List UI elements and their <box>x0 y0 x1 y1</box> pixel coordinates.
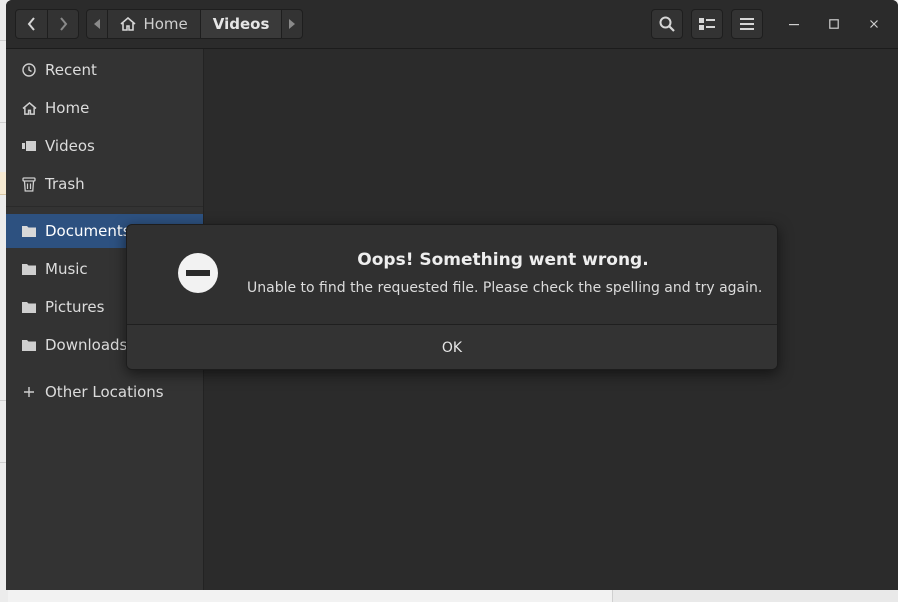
sidebar-item-label: Home <box>45 99 90 117</box>
header-bar: Home Videos <box>6 0 898 49</box>
chevron-right-icon <box>60 17 68 31</box>
search-icon <box>659 16 675 32</box>
sidebar-item-trash[interactable]: Trash <box>6 167 203 201</box>
home-icon <box>21 100 37 116</box>
maximize-icon <box>829 19 839 29</box>
triangle-left-icon <box>94 19 101 29</box>
clock-icon <box>21 62 37 78</box>
sidebar-item-label: Documents <box>45 222 131 240</box>
history-nav <box>15 9 79 39</box>
triangle-right-icon <box>289 19 296 29</box>
close-icon <box>870 20 878 28</box>
sidebar-item-label: Other Locations <box>45 383 164 401</box>
breadcrumb-scroll-left[interactable] <box>87 10 109 38</box>
sidebar-item-label: Music <box>45 260 88 278</box>
trash-icon <box>21 176 37 192</box>
dialog-title: Oops! Something went wrong. <box>357 250 649 270</box>
minimize-icon <box>789 24 799 26</box>
breadcrumb-current-label: Videos <box>212 15 270 33</box>
sidebar-item-label: Trash <box>45 175 85 193</box>
hamburger-menu-icon <box>740 18 754 30</box>
breadcrumb-scroll-right[interactable] <box>282 10 302 38</box>
dialog-action-area: OK <box>127 324 777 369</box>
video-icon <box>21 138 37 154</box>
breadcrumb-current[interactable]: Videos <box>200 10 283 38</box>
error-dialog: Oops! Something went wrong. Unable to fi… <box>126 224 778 370</box>
view-toggle-button[interactable] <box>691 9 723 39</box>
breadcrumb-home[interactable]: Home <box>108 10 201 38</box>
folder-icon <box>21 261 37 277</box>
breadcrumb-home-label: Home <box>143 15 188 33</box>
forward-button[interactable] <box>48 10 78 38</box>
sidebar-item-label: Downloads <box>45 336 128 354</box>
folder-icon <box>21 337 37 353</box>
breadcrumb: Home Videos <box>86 9 303 39</box>
sidebar-item-recent[interactable]: Recent <box>6 53 203 87</box>
dialog-message: Unable to find the requested file. Pleas… <box>247 280 763 296</box>
sidebar-item-label: Recent <box>45 61 97 79</box>
minimize-button[interactable] <box>782 12 806 36</box>
close-button[interactable] <box>862 12 886 36</box>
home-icon <box>120 17 136 31</box>
sidebar-item-label: Pictures <box>45 298 105 316</box>
sidebar-item-home[interactable]: Home <box>6 91 203 125</box>
folder-icon <box>21 299 37 315</box>
menu-button[interactable] <box>731 9 763 39</box>
back-button[interactable] <box>16 10 48 38</box>
sidebar-separator <box>6 206 203 207</box>
maximize-button[interactable] <box>822 12 846 36</box>
sidebar-item-other-locations[interactable]: Other Locations <box>6 375 203 409</box>
folder-icon <box>21 223 37 239</box>
search-button[interactable] <box>651 9 683 39</box>
ok-button[interactable]: OK <box>127 325 777 369</box>
chevron-left-icon <box>27 17 35 31</box>
plus-icon <box>21 384 37 400</box>
sidebar-item-label: Videos <box>45 137 95 155</box>
error-minus-icon <box>178 253 218 293</box>
sidebar-item-videos[interactable]: Videos <box>6 129 203 163</box>
background-window-edge <box>612 590 898 602</box>
list-view-icon <box>699 18 715 30</box>
